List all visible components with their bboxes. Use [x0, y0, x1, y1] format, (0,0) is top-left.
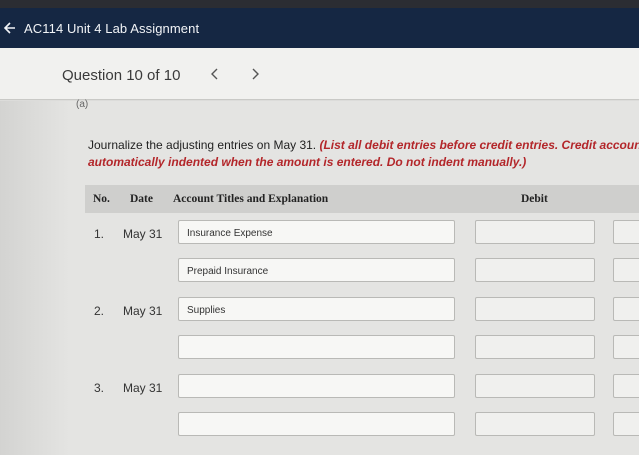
header-date: Date: [130, 193, 153, 205]
debit-input[interactable]: [475, 220, 595, 244]
credit-input[interactable]: [613, 335, 639, 359]
arrow-left-icon[interactable]: [2, 19, 20, 37]
instructions: Journalize the adjusting entries on May …: [88, 137, 639, 171]
credit-input[interactable]: [613, 297, 639, 321]
credit-input[interactable]: [613, 258, 639, 282]
account-title-input[interactable]: Supplies: [178, 297, 455, 321]
header-debit: Debit: [521, 193, 548, 205]
assignment-title: AC114 Unit 4 Lab Assignment: [24, 20, 200, 36]
question-bar: Question 10 of 10: [0, 48, 639, 100]
header-account: Account Titles and Explanation: [173, 193, 329, 205]
question-content: (a) Journalize the adjusting entries on …: [0, 99, 639, 455]
instructions-emphasis-2: automatically indented when the amount i…: [88, 155, 527, 169]
entry-number: 1.: [94, 227, 105, 241]
entry-date: May 31: [123, 304, 163, 318]
entry-number: 3.: [94, 381, 105, 395]
part-label: (a): [76, 99, 89, 110]
table-header: No. Date Account Titles and Explanation …: [85, 185, 639, 213]
debit-input[interactable]: [475, 374, 595, 398]
account-title-input[interactable]: [178, 335, 455, 359]
top-edge: [0, 0, 639, 8]
account-title-input[interactable]: Prepaid Insurance: [178, 258, 455, 282]
account-title-input[interactable]: [178, 412, 455, 436]
chevron-left-icon[interactable]: [207, 66, 223, 82]
debit-input[interactable]: [475, 412, 595, 436]
entry-number: 2.: [94, 304, 105, 318]
account-title-input[interactable]: Insurance Expense: [178, 220, 455, 244]
entry-date: May 31: [123, 381, 163, 395]
screen-shadow: [0, 101, 70, 455]
chevron-right-icon[interactable]: [247, 66, 263, 82]
debit-input[interactable]: [475, 258, 595, 282]
question-counter: Question 10 of 10: [62, 67, 181, 84]
instructions-emphasis-1: (List all debit entries before credit en…: [319, 138, 639, 152]
debit-input[interactable]: [475, 297, 595, 321]
credit-input[interactable]: [613, 412, 639, 436]
credit-input[interactable]: [613, 220, 639, 244]
account-title-input[interactable]: [178, 374, 455, 398]
app-header: AC114 Unit 4 Lab Assignment: [0, 8, 639, 48]
header-no: No.: [93, 193, 110, 205]
debit-input[interactable]: [475, 335, 595, 359]
instructions-text: Journalize the adjusting entries on May …: [88, 138, 320, 152]
credit-input[interactable]: [613, 374, 639, 398]
entry-date: May 31: [123, 227, 163, 241]
